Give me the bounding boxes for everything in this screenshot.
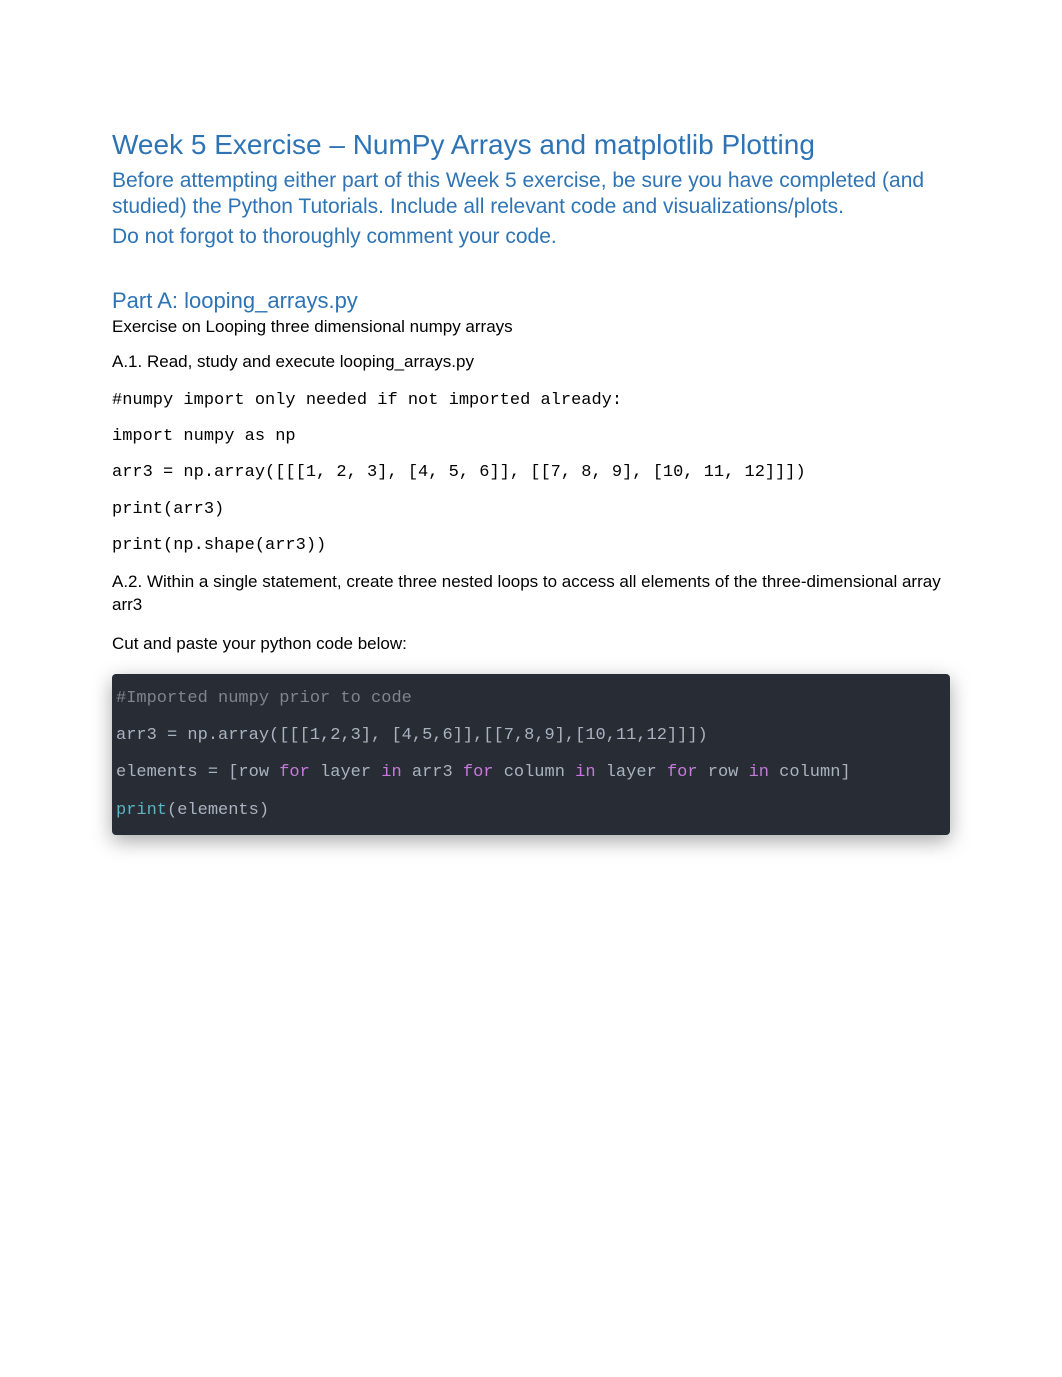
solution-code-block: #Imported numpy prior to code arr3 = np.… — [112, 674, 950, 836]
code-array-line: arr3 = np.array([[[1, 2, 3], [4, 5, 6]],… — [112, 462, 950, 484]
part-a-heading: Part A: looping_arrays.py — [112, 288, 950, 314]
document-page: Week 5 Exercise – NumPy Arrays and matpl… — [0, 0, 1062, 835]
code-line-array-def: arr3 = np.array([[[1,2,3], [4,5,6]],[[7,… — [116, 726, 708, 745]
intro-paragraph-2: Do not forgot to thoroughly comment your… — [112, 224, 950, 250]
code-line-listcomp: elements = [row for layer in arr3 for co… — [116, 763, 851, 782]
part-a-subtitle: Exercise on Looping three dimensional nu… — [112, 316, 950, 339]
code-print-arr-line: print(arr3) — [112, 499, 950, 521]
part-a1-instruction: A.1. Read, study and execute looping_arr… — [112, 351, 950, 374]
code-comment-line: #numpy import only needed if not importe… — [112, 390, 950, 412]
page-title: Week 5 Exercise – NumPy Arrays and matpl… — [112, 128, 950, 162]
code-print-shape-line: print(np.shape(arr3)) — [112, 535, 950, 557]
part-a2-instruction: A.2. Within a single statement, create t… — [112, 571, 950, 617]
cut-paste-instruction: Cut and paste your python code below: — [112, 633, 950, 656]
code-line-comment: #Imported numpy prior to code — [116, 689, 412, 708]
intro-paragraph-1: Before attempting either part of this We… — [112, 168, 950, 221]
code-line-print: print(elements) — [116, 801, 269, 820]
code-import-line: import numpy as np — [112, 426, 950, 448]
